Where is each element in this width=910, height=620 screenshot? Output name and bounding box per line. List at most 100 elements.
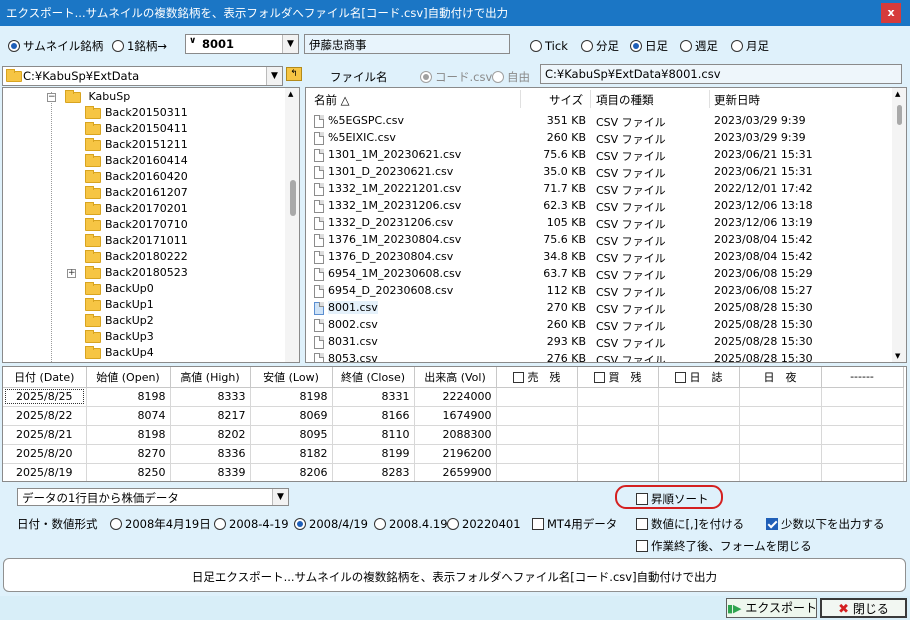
grid-cell[interactable]: 8283 <box>332 463 415 481</box>
grid-date-cell[interactable]: 2025/8/19 <box>3 463 87 481</box>
timeframe-monthly-radio[interactable]: 月足 <box>731 38 769 54</box>
column-header-type[interactable]: 項目の種類 <box>596 92 654 108</box>
file-row[interactable]: 8001.csv 270 KB CSV ファイル 2025/08/28 15:30 <box>306 300 896 317</box>
grid-cell[interactable]: 2088300 <box>414 425 497 445</box>
tree-item[interactable]: BackUp3 <box>71 329 154 346</box>
export-button[interactable]: ▮▶ エクスポート <box>726 598 817 618</box>
file-row[interactable]: 1301_D_20230621.csv 35.0 KB CSV ファイル 2023/0… <box>306 164 896 181</box>
collapse-icon[interactable]: − <box>47 93 56 102</box>
file-list[interactable]: 名前 △ サイズ 項目の種類 更新日時 %5EGSPC.csv 351 KB CSV… <box>305 87 907 363</box>
file-row[interactable]: 6954_1M_20230608.csv 63.7 KB CSV ファイル 2023/… <box>306 266 896 283</box>
grid-cell[interactable]: 8206 <box>250 463 333 481</box>
column-checkbox[interactable] <box>674 372 686 384</box>
grid-cell[interactable] <box>821 387 904 407</box>
ascending-sort-checkbox[interactable]: 昇順ソート <box>636 491 709 507</box>
data-mode-dropdown-arrow[interactable]: ▼ <box>272 489 288 505</box>
column-header-name[interactable]: 名前 △ <box>314 92 350 108</box>
column-header-size[interactable]: サイズ <box>549 92 583 108</box>
grid-date-cell[interactable]: 2025/8/22 <box>3 406 87 426</box>
grid-cell[interactable]: 8333 <box>170 387 251 407</box>
tree-item[interactable]: BackUp4 <box>71 345 154 362</box>
tree-item[interactable]: Back20171011 <box>71 233 188 250</box>
grid-cell[interactable]: 2224000 <box>414 387 497 407</box>
price-grid[interactable]: 日付 (Date) 始値 (Open) 高値 (High) 安値 (Low) 終値 (C… <box>2 366 907 482</box>
grid-cell[interactable]: 8198 <box>86 387 171 407</box>
grid-cell[interactable] <box>739 425 822 445</box>
grid-cell[interactable] <box>496 387 578 407</box>
grid-cell[interactable]: 8198 <box>250 387 333 407</box>
close-after-checkbox[interactable]: 作業終了後、フォームを閉じる <box>636 538 812 554</box>
grid-cell[interactable] <box>739 444 822 464</box>
file-row[interactable]: 1332_1M_20231206.csv 62.3 KB CSV ファイル 2023/… <box>306 198 896 215</box>
tree-item[interactable]: + Back20180523 <box>67 265 188 282</box>
grid-cell[interactable] <box>496 444 578 464</box>
decimal-output-checkbox[interactable]: 少数以下を出力する <box>766 516 885 532</box>
file-list-scrollbar[interactable]: ▲ ▼ <box>892 88 906 362</box>
grid-cell[interactable]: 8166 <box>332 406 415 426</box>
grid-cell[interactable]: 8217 <box>170 406 251 426</box>
grid-cell[interactable]: 8339 <box>170 463 251 481</box>
folder-combobox[interactable]: C:¥KabuSp¥ExtData ▼ <box>2 66 283 86</box>
column-header-date[interactable]: 更新日時 <box>714 92 760 108</box>
grid-cell[interactable] <box>496 406 578 426</box>
grid-cell[interactable]: 8069 <box>250 406 333 426</box>
file-row[interactable]: 8031.csv 293 KB CSV ファイル 2025/08/28 15:30 <box>306 334 896 351</box>
date-format-slash-radio[interactable]: 2008/4/19 <box>294 516 368 531</box>
column-checkbox[interactable] <box>512 372 524 384</box>
grid-column-header[interactable]: 買 残 <box>577 367 659 388</box>
grid-cell[interactable]: 8198 <box>86 425 171 445</box>
tree-item[interactable]: Back20151211 <box>71 137 188 154</box>
folder-tree[interactable]: − KabuSp Back20150311 Back20150411 Back201… <box>2 87 300 363</box>
tree-scroll-thumb[interactable] <box>290 180 296 216</box>
output-path-field[interactable]: C:¥KabuSp¥ExtData¥8001.csv <box>540 64 902 84</box>
file-row[interactable]: 1301_1M_20230621.csv 75.6 KB CSV ファイル 2023/… <box>306 147 896 164</box>
grid-column-header[interactable]: 売 残 <box>496 367 578 388</box>
grid-cell[interactable] <box>577 444 659 464</box>
tree-root-node[interactable]: − KabuSp <box>47 89 130 106</box>
column-checkbox[interactable] <box>593 372 605 384</box>
tree-item[interactable]: Back20170201 <box>71 201 188 218</box>
window-close-button[interactable]: x <box>881 3 901 23</box>
grid-cell[interactable] <box>658 425 740 445</box>
file-row[interactable]: %5EIXIC.csv 260 KB CSV ファイル 2023/03/29 9:39 <box>306 130 896 147</box>
grid-date-cell[interactable]: 2025/8/21 <box>3 425 87 445</box>
grid-cell[interactable] <box>658 444 740 464</box>
tree-scrollbar[interactable]: ▲ <box>285 88 299 362</box>
grid-cell[interactable]: 1674900 <box>414 406 497 426</box>
grid-cell[interactable]: 8074 <box>86 406 171 426</box>
file-row[interactable]: 1376_D_20230804.csv 34.8 KB CSV ファイル 2023/0… <box>306 249 896 266</box>
tree-item[interactable]: BackUp2 <box>71 313 154 330</box>
tree-item[interactable]: Back20150411 <box>71 121 188 138</box>
grid-cell[interactable] <box>577 406 659 426</box>
tree-item[interactable]: Back20160420 <box>71 169 188 186</box>
grid-cell[interactable]: 8095 <box>250 425 333 445</box>
filename-free-radio[interactable]: 自由 <box>492 69 530 85</box>
file-row[interactable]: 8053.csv 276 KB CSV ファイル 2025/08/28 15:30 <box>306 351 896 362</box>
grid-cell[interactable]: 8110 <box>332 425 415 445</box>
thousands-separator-checkbox[interactable]: 数値に[,]を付ける <box>636 516 744 532</box>
grid-cell[interactable] <box>658 406 740 426</box>
file-row[interactable]: 1332_1M_20221201.csv 71.7 KB CSV ファイル 2022/… <box>306 181 896 198</box>
scroll-up-arrow[interactable]: ▲ <box>288 90 293 98</box>
grid-cell[interactable] <box>658 387 740 407</box>
folder-up-icon[interactable]: ↰ <box>286 67 302 81</box>
file-row[interactable]: 6954_D_20230608.csv 112 KB CSV ファイル 2023/06… <box>306 283 896 300</box>
scroll-down-arrow[interactable]: ▼ <box>895 352 900 360</box>
date-format-compact-radio[interactable]: 20220401 <box>447 516 521 531</box>
grid-row[interactable]: 2025/8/21 8198 8202 8095 8110 2088300 <box>3 425 904 445</box>
scroll-up-arrow[interactable]: ▲ <box>895 90 900 98</box>
grid-row[interactable]: 2025/8/22 8074 8217 8069 8166 1674900 <box>3 406 904 426</box>
grid-cell[interactable] <box>577 425 659 445</box>
single-stock-radio[interactable]: 1銘柄→ <box>112 38 167 54</box>
grid-column-header[interactable]: 日 誌 <box>658 367 740 388</box>
file-row[interactable]: 1376_1M_20230804.csv 75.6 KB CSV ファイル 2023/… <box>306 232 896 249</box>
grid-cell[interactable] <box>739 387 822 407</box>
file-row[interactable]: 1332_D_20231206.csv 105 KB CSV ファイル 2023/12… <box>306 215 896 232</box>
grid-cell[interactable]: 8336 <box>170 444 251 464</box>
file-row[interactable]: 8002.csv 260 KB CSV ファイル 2025/08/28 15:30 <box>306 317 896 334</box>
grid-cell[interactable]: 8331 <box>332 387 415 407</box>
date-format-kanji-radio[interactable]: 2008年4月19日 <box>110 516 211 532</box>
grid-cell[interactable] <box>821 406 904 426</box>
tree-item[interactable]: Back20180222 <box>71 249 188 266</box>
code-dropdown-arrow[interactable]: ▼ <box>282 35 298 53</box>
